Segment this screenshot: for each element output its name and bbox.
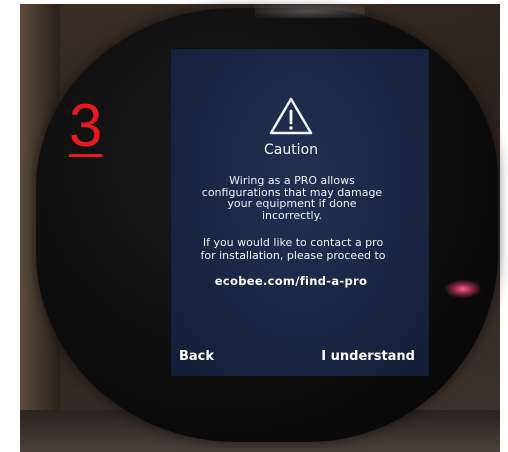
step-number-annotation: 3 (69, 92, 103, 159)
thermostat-screen: Caution Wiring as a PRO allows configura… (171, 49, 429, 376)
warning-message: Wiring as a PRO allows configurations th… (201, 174, 383, 222)
sensor-light (445, 280, 481, 298)
thermostat-photo: Caution Wiring as a PRO allows configura… (0, 0, 508, 452)
find-a-pro-url: ecobee.com/find-a-pro (214, 274, 368, 288)
thermostat-glare (255, 4, 365, 18)
caution-title: Caution (263, 142, 319, 158)
warning-triangle-icon (269, 97, 313, 135)
back-button[interactable]: Back (179, 349, 214, 364)
i-understand-button[interactable]: I understand (321, 349, 415, 364)
contact-message: If you would like to contact a pro for i… (200, 236, 386, 262)
